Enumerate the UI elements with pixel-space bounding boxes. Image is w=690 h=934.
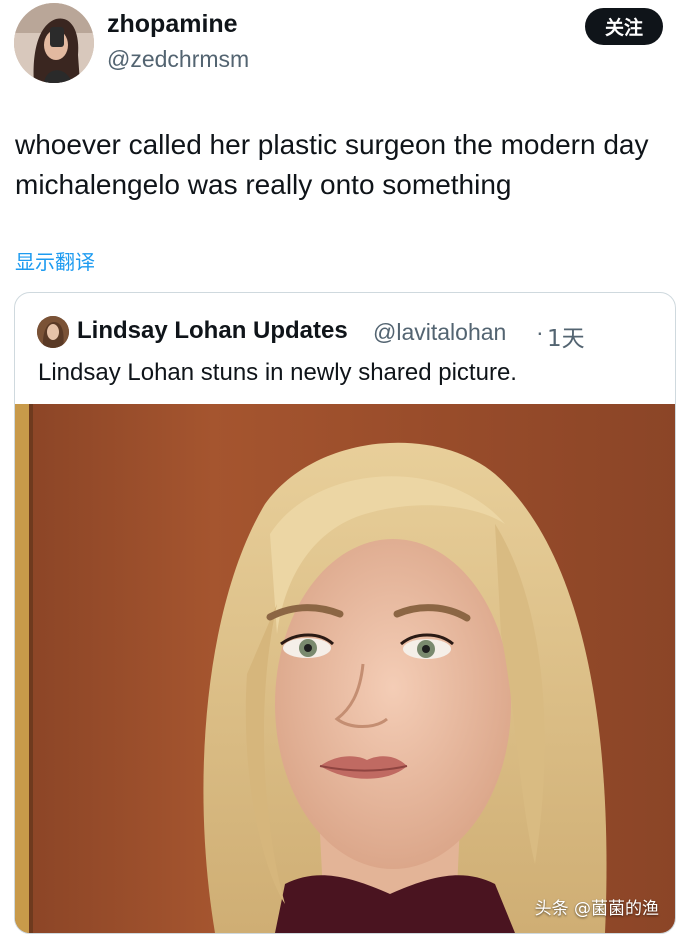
quoted-tweet-card[interactable]: Lindsay Lohan Updates @lavitalohan · 1天 … — [14, 292, 676, 934]
quoted-tweet-text: Lindsay Lohan stuns in newly shared pict… — [38, 359, 517, 386]
author-display-name[interactable]: zhopamine — [107, 10, 238, 39]
watermark-text: 头条 @菌菌的渔 — [534, 899, 659, 919]
quoted-avatar-image — [37, 316, 69, 348]
quoted-separator: · — [536, 319, 544, 345]
follow-button[interactable]: 关注 — [585, 8, 663, 45]
author-avatar[interactable] — [14, 3, 94, 83]
author-handle[interactable]: @zedchrmsm — [107, 46, 249, 73]
portrait-image — [15, 404, 675, 933]
quoted-display-name[interactable]: Lindsay Lohan Updates — [77, 317, 348, 345]
avatar-image — [14, 3, 94, 83]
quoted-handle[interactable]: @lavitalohan — [373, 319, 506, 346]
show-translation-link[interactable]: 显示翻译 — [15, 246, 95, 275]
quoted-timestamp[interactable]: 1天 — [547, 319, 585, 353]
tweet-text: whoever called her plastic surgeon the m… — [15, 129, 649, 200]
quoted-author-avatar[interactable] — [37, 316, 69, 348]
quoted-tweet-photo[interactable]: 头条 @菌菌的渔 — [15, 404, 675, 933]
